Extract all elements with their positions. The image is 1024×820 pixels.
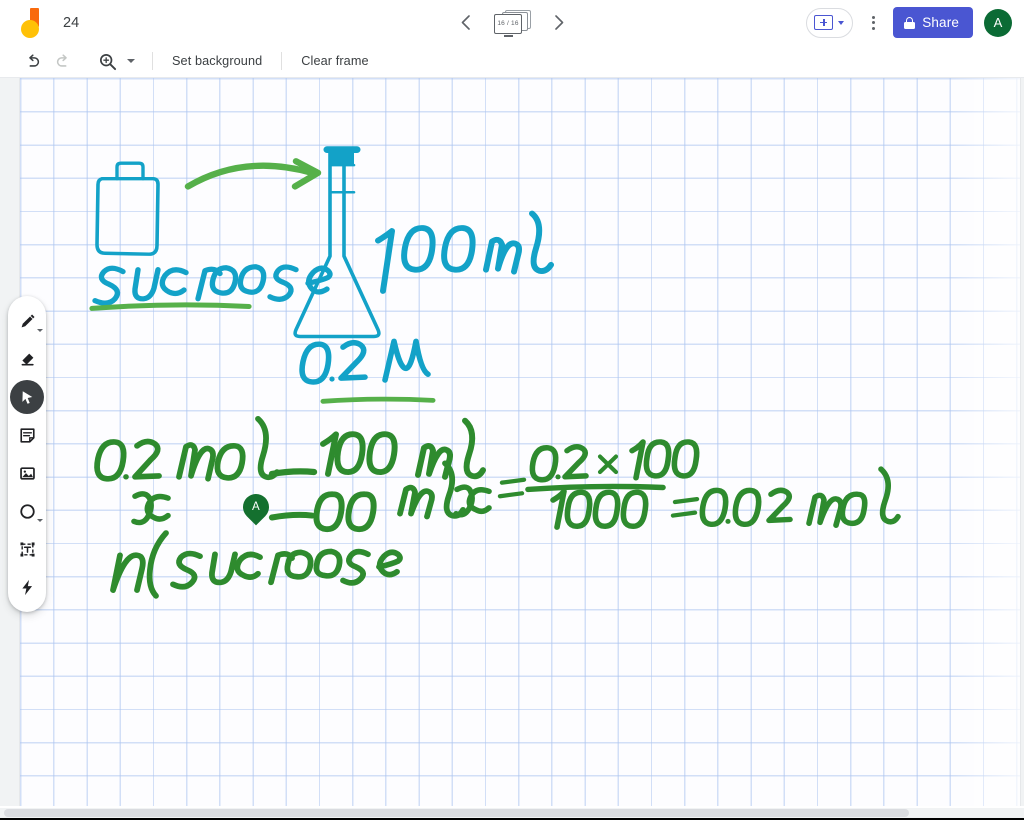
fraction-bar bbox=[525, 483, 666, 493]
set-background-button[interactable]: Set background bbox=[165, 49, 269, 73]
sucrose-bottle-drawing bbox=[95, 161, 160, 256]
shape-tool[interactable] bbox=[10, 494, 44, 528]
eraser-tool[interactable] bbox=[10, 342, 44, 376]
ink-layer bbox=[89, 146, 901, 599]
previous-frame-button[interactable] bbox=[450, 8, 480, 38]
zoom-control-group bbox=[92, 47, 140, 75]
image-tool[interactable] bbox=[10, 456, 44, 490]
moles-sucrose-label bbox=[110, 530, 403, 599]
frame-counter-label: 16 / 16 bbox=[497, 20, 519, 27]
frame-counter-button[interactable]: 16 / 16 bbox=[492, 8, 532, 38]
zoom-button[interactable] bbox=[92, 47, 122, 75]
proportion-denominator-left bbox=[131, 491, 171, 526]
avatar[interactable]: A bbox=[984, 8, 1012, 37]
clear-frame-button[interactable]: Clear frame bbox=[294, 49, 375, 73]
frame-stack-front: 16 / 16 bbox=[494, 13, 522, 34]
jamboard-app: 24 16 / 16 Share A Set background Clear … bbox=[0, 0, 1024, 820]
top-bar-actions: Share A bbox=[806, 7, 1012, 38]
lock-icon bbox=[904, 16, 916, 29]
proportion-numerator-left bbox=[94, 415, 280, 482]
share-button[interactable]: Share bbox=[893, 7, 973, 38]
sticky-note-tool[interactable] bbox=[10, 418, 44, 452]
top-bar: 24 16 / 16 Share A bbox=[0, 0, 1024, 45]
scrollbar-thumb[interactable] bbox=[4, 809, 909, 817]
tool-rail bbox=[8, 296, 46, 612]
next-frame-button[interactable] bbox=[544, 8, 574, 38]
present-icon bbox=[814, 15, 834, 30]
present-button[interactable] bbox=[806, 7, 854, 38]
text-box-tool[interactable] bbox=[10, 532, 44, 566]
chevron-down-icon bbox=[127, 59, 135, 63]
pen-tool[interactable] bbox=[10, 304, 44, 338]
brand-area: 24 bbox=[18, 7, 84, 38]
jam-canvas[interactable] bbox=[20, 78, 1020, 806]
chevron-down-icon[interactable] bbox=[838, 20, 845, 25]
redo-button[interactable] bbox=[48, 47, 78, 75]
transfer-arrow bbox=[184, 158, 322, 190]
chevron-down-icon bbox=[37, 519, 43, 522]
undo-button[interactable] bbox=[18, 47, 48, 75]
volume-label bbox=[375, 210, 554, 294]
concentration-label bbox=[299, 338, 431, 385]
chevron-down-icon bbox=[37, 329, 43, 332]
share-button-label: Share bbox=[922, 15, 959, 30]
toolbar-divider-2 bbox=[281, 52, 283, 70]
concentration-underline bbox=[320, 396, 436, 404]
frame-stack-foot bbox=[504, 34, 513, 37]
scrollbar-track[interactable] bbox=[0, 808, 1024, 818]
zoom-options-caret[interactable] bbox=[122, 47, 140, 75]
more-actions-button[interactable] bbox=[859, 8, 887, 38]
document-title[interactable]: 24 bbox=[58, 12, 84, 34]
solution-equation bbox=[453, 439, 901, 530]
sucrose-underline bbox=[89, 302, 252, 311]
sucrose-label bbox=[92, 264, 333, 306]
toolbar-divider-1 bbox=[152, 52, 153, 70]
jamboard-logo-icon[interactable] bbox=[18, 7, 44, 38]
select-tool[interactable] bbox=[10, 380, 44, 414]
laser-tool[interactable] bbox=[10, 570, 44, 604]
sub-toolbar: Set background Clear frame bbox=[0, 45, 1024, 78]
canvas-stage: A bbox=[0, 78, 1024, 820]
